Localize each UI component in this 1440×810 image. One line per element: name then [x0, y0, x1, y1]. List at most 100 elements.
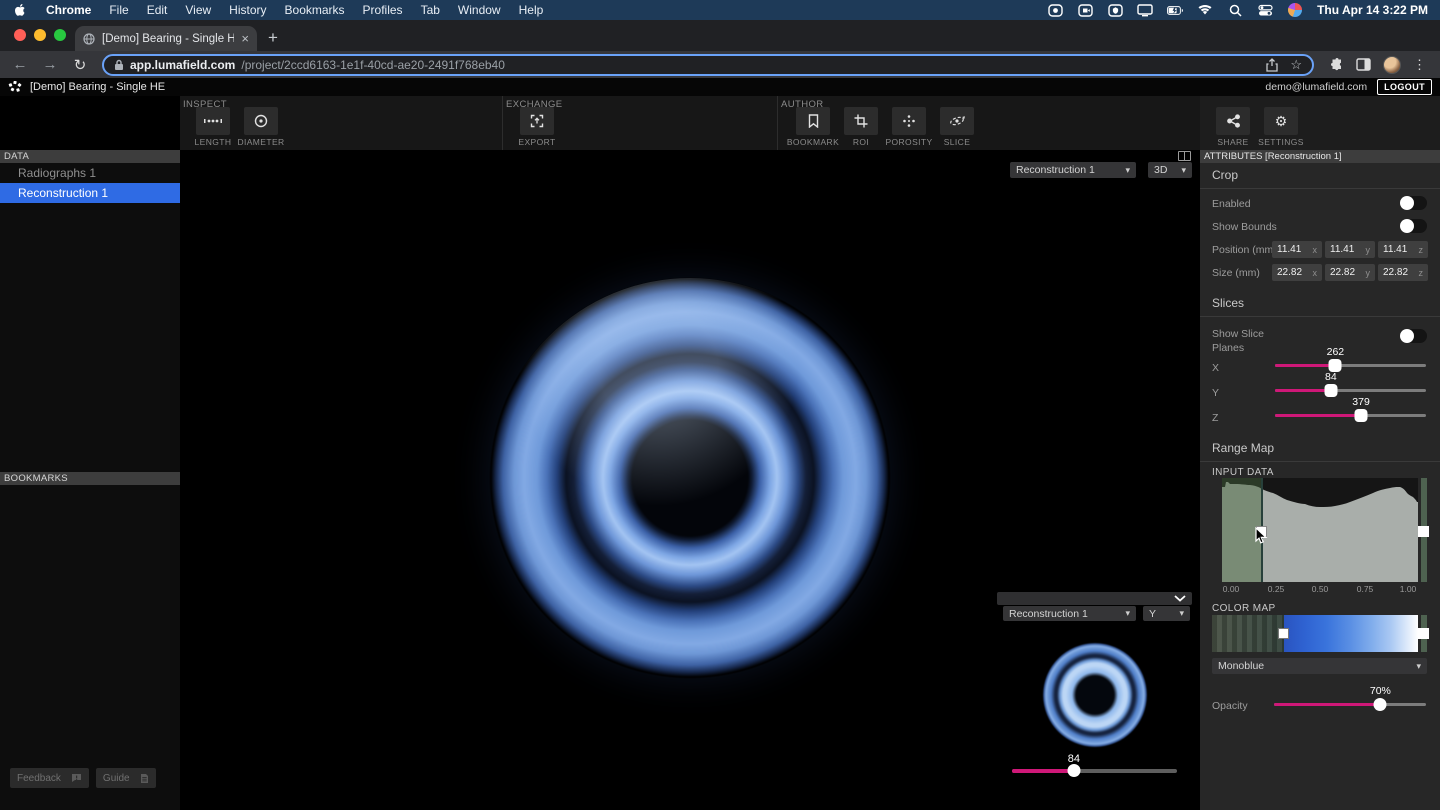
slider-knob[interactable]	[1373, 698, 1387, 711]
porosity-tool-button[interactable]	[892, 107, 926, 135]
slice-tool-button[interactable]	[940, 107, 974, 135]
tick-label: 0.50	[1311, 584, 1329, 594]
slice-z-slider[interactable]: 379	[1275, 396, 1426, 422]
lumafield-logo-icon[interactable]	[8, 80, 22, 94]
video-camera-icon[interactable]	[1077, 3, 1093, 17]
side-panel-icon[interactable]	[1356, 58, 1371, 71]
crop-enabled-toggle[interactable]	[1400, 196, 1427, 210]
menu-item-bookmarks[interactable]: Bookmarks	[285, 3, 345, 17]
size-x-input[interactable]: 22.82 x	[1272, 264, 1322, 281]
minimize-window-button[interactable]	[34, 29, 46, 41]
colormap-select[interactable]: Monoblue ▾	[1212, 658, 1427, 674]
menu-item-chrome[interactable]: Chrome	[46, 3, 91, 17]
profile-avatar[interactable]	[1383, 55, 1401, 74]
tab-close-icon[interactable]: ×	[241, 32, 249, 45]
opacity-label: Opacity	[1212, 700, 1248, 712]
menu-item-window[interactable]: Window	[458, 3, 501, 17]
close-window-button[interactable]	[14, 29, 26, 41]
range-high-handle[interactable]	[1418, 526, 1429, 537]
share-page-icon[interactable]	[1266, 57, 1278, 72]
shield-icon[interactable]	[1107, 3, 1123, 17]
extensions-puzzle-icon[interactable]	[1330, 57, 1344, 72]
slice-axis-select[interactable]: Y ▾	[1143, 606, 1190, 621]
settings-button[interactable]: ⚙	[1264, 107, 1298, 135]
bookmark-star-icon[interactable]: ☆	[1290, 57, 1302, 73]
position-y-input[interactable]: 11.41 y	[1325, 241, 1375, 258]
size-y-input[interactable]: 22.82 y	[1325, 264, 1375, 281]
roi-tool-button[interactable]	[844, 107, 878, 135]
diameter-tool-button[interactable]	[244, 107, 278, 135]
sidebar-item-radiographs[interactable]: Radiographs 1	[0, 163, 180, 183]
input-data-histogram[interactable]	[1222, 478, 1418, 582]
opacity-value: 70%	[1369, 685, 1391, 697]
export-button[interactable]	[520, 107, 554, 135]
guide-button[interactable]: Guide	[95, 768, 156, 788]
slider-knob[interactable]	[1324, 384, 1338, 397]
viewport-3d[interactable]: Reconstruction 1 ▾ 3D ▾ Reconstruction 1…	[180, 150, 1200, 810]
bookmark-tool-button[interactable]	[796, 107, 830, 135]
viewport-mode-select[interactable]: 3D ▾	[1148, 162, 1192, 178]
slice-y-slider[interactable]: 84	[1275, 371, 1426, 397]
slice-position-value: 84	[1067, 753, 1080, 765]
colormap-low-handle[interactable]	[1278, 628, 1289, 639]
show-slice-planes-toggle[interactable]	[1400, 329, 1427, 343]
new-tab-button[interactable]: +	[268, 29, 278, 47]
address-bar[interactable]: app.lumafield.com /project/2ccd6163-1e1f…	[102, 53, 1314, 76]
color-map-bar[interactable]	[1212, 615, 1418, 652]
record-icon[interactable]	[1047, 3, 1063, 17]
control-center-icon[interactable]	[1257, 3, 1273, 17]
apple-logo-icon[interactable]	[12, 3, 28, 17]
feedback-button[interactable]: Feedback	[10, 768, 89, 788]
sidebar-item-reconstruction[interactable]: Reconstruction 1	[0, 183, 180, 203]
menu-item-view[interactable]: View	[185, 3, 211, 17]
lock-icon[interactable]	[114, 59, 124, 71]
slice-position-slider[interactable]: 84	[1012, 753, 1177, 777]
slice-dataset-select[interactable]: Reconstruction 1 ▾	[1003, 606, 1136, 621]
colormap-high-handle[interactable]	[1418, 628, 1429, 639]
menu-item-help[interactable]: Help	[519, 3, 544, 17]
display-icon[interactable]	[1137, 3, 1153, 17]
length-tool-button[interactable]	[196, 107, 230, 135]
slice-x-slider[interactable]: 262	[1275, 346, 1426, 372]
color-map-label: COLOR MAP	[1212, 603, 1276, 614]
menu-item-file[interactable]: File	[109, 3, 128, 17]
menu-item-profiles[interactable]: Profiles	[363, 3, 403, 17]
slices-section-title[interactable]: Slices	[1212, 296, 1244, 310]
spotlight-search-icon[interactable]	[1227, 3, 1243, 17]
panel-toggle-icon[interactable]	[1178, 151, 1191, 161]
slice-overlay-collapse-bar[interactable]	[997, 592, 1192, 605]
app-header: [Demo] Bearing - Single HE demo@lumafiel…	[0, 78, 1440, 96]
wifi-icon[interactable]	[1197, 3, 1213, 17]
slider-knob[interactable]	[1067, 764, 1081, 777]
show-slice-planes-label: Show Slice Planes	[1212, 328, 1264, 355]
position-z-input[interactable]: 11.41 z	[1378, 241, 1428, 258]
url-path: /project/2ccd6163-1e1f-40cd-ae20-2491f76…	[241, 57, 505, 72]
reload-button[interactable]: ↻	[68, 56, 92, 74]
slice-preview-image[interactable]	[1043, 643, 1147, 747]
browser-tab[interactable]: [Demo] Bearing - Single HE ×	[75, 26, 257, 51]
forward-button[interactable]: →	[38, 56, 62, 73]
size-z-input[interactable]: 22.82 z	[1378, 264, 1428, 281]
roi-crop-icon	[854, 114, 868, 128]
user-avatar-icon[interactable]	[1287, 3, 1303, 17]
maximize-window-button[interactable]	[54, 29, 66, 41]
porosity-icon	[903, 115, 915, 127]
opacity-slider[interactable]: 70%	[1274, 685, 1426, 711]
chrome-tab-bar: [Demo] Bearing - Single HE × +	[0, 20, 1440, 51]
share-button[interactable]	[1216, 107, 1250, 135]
colormap-excluded-region	[1212, 615, 1284, 652]
slider-knob[interactable]	[1354, 409, 1368, 422]
show-bounds-toggle[interactable]	[1400, 219, 1427, 233]
menu-item-tab[interactable]: Tab	[421, 3, 440, 17]
back-button[interactable]: ←	[8, 56, 32, 73]
kebab-menu-icon[interactable]: ⋮	[1413, 57, 1426, 73]
menu-item-edit[interactable]: Edit	[147, 3, 168, 17]
bookmark-icon	[808, 114, 818, 128]
menu-item-history[interactable]: History	[229, 3, 266, 17]
attributes-panel: ATTRIBUTES [Reconstruction 1] Crop Enabl…	[1200, 150, 1440, 810]
range-map-section-title[interactable]: Range Map	[1212, 441, 1274, 455]
logout-button[interactable]: LOGOUT	[1377, 79, 1432, 95]
viewport-dataset-select[interactable]: Reconstruction 1 ▾	[1010, 162, 1136, 178]
crop-section-title[interactable]: Crop	[1212, 168, 1238, 182]
position-x-input[interactable]: 11.41 x	[1272, 241, 1322, 258]
